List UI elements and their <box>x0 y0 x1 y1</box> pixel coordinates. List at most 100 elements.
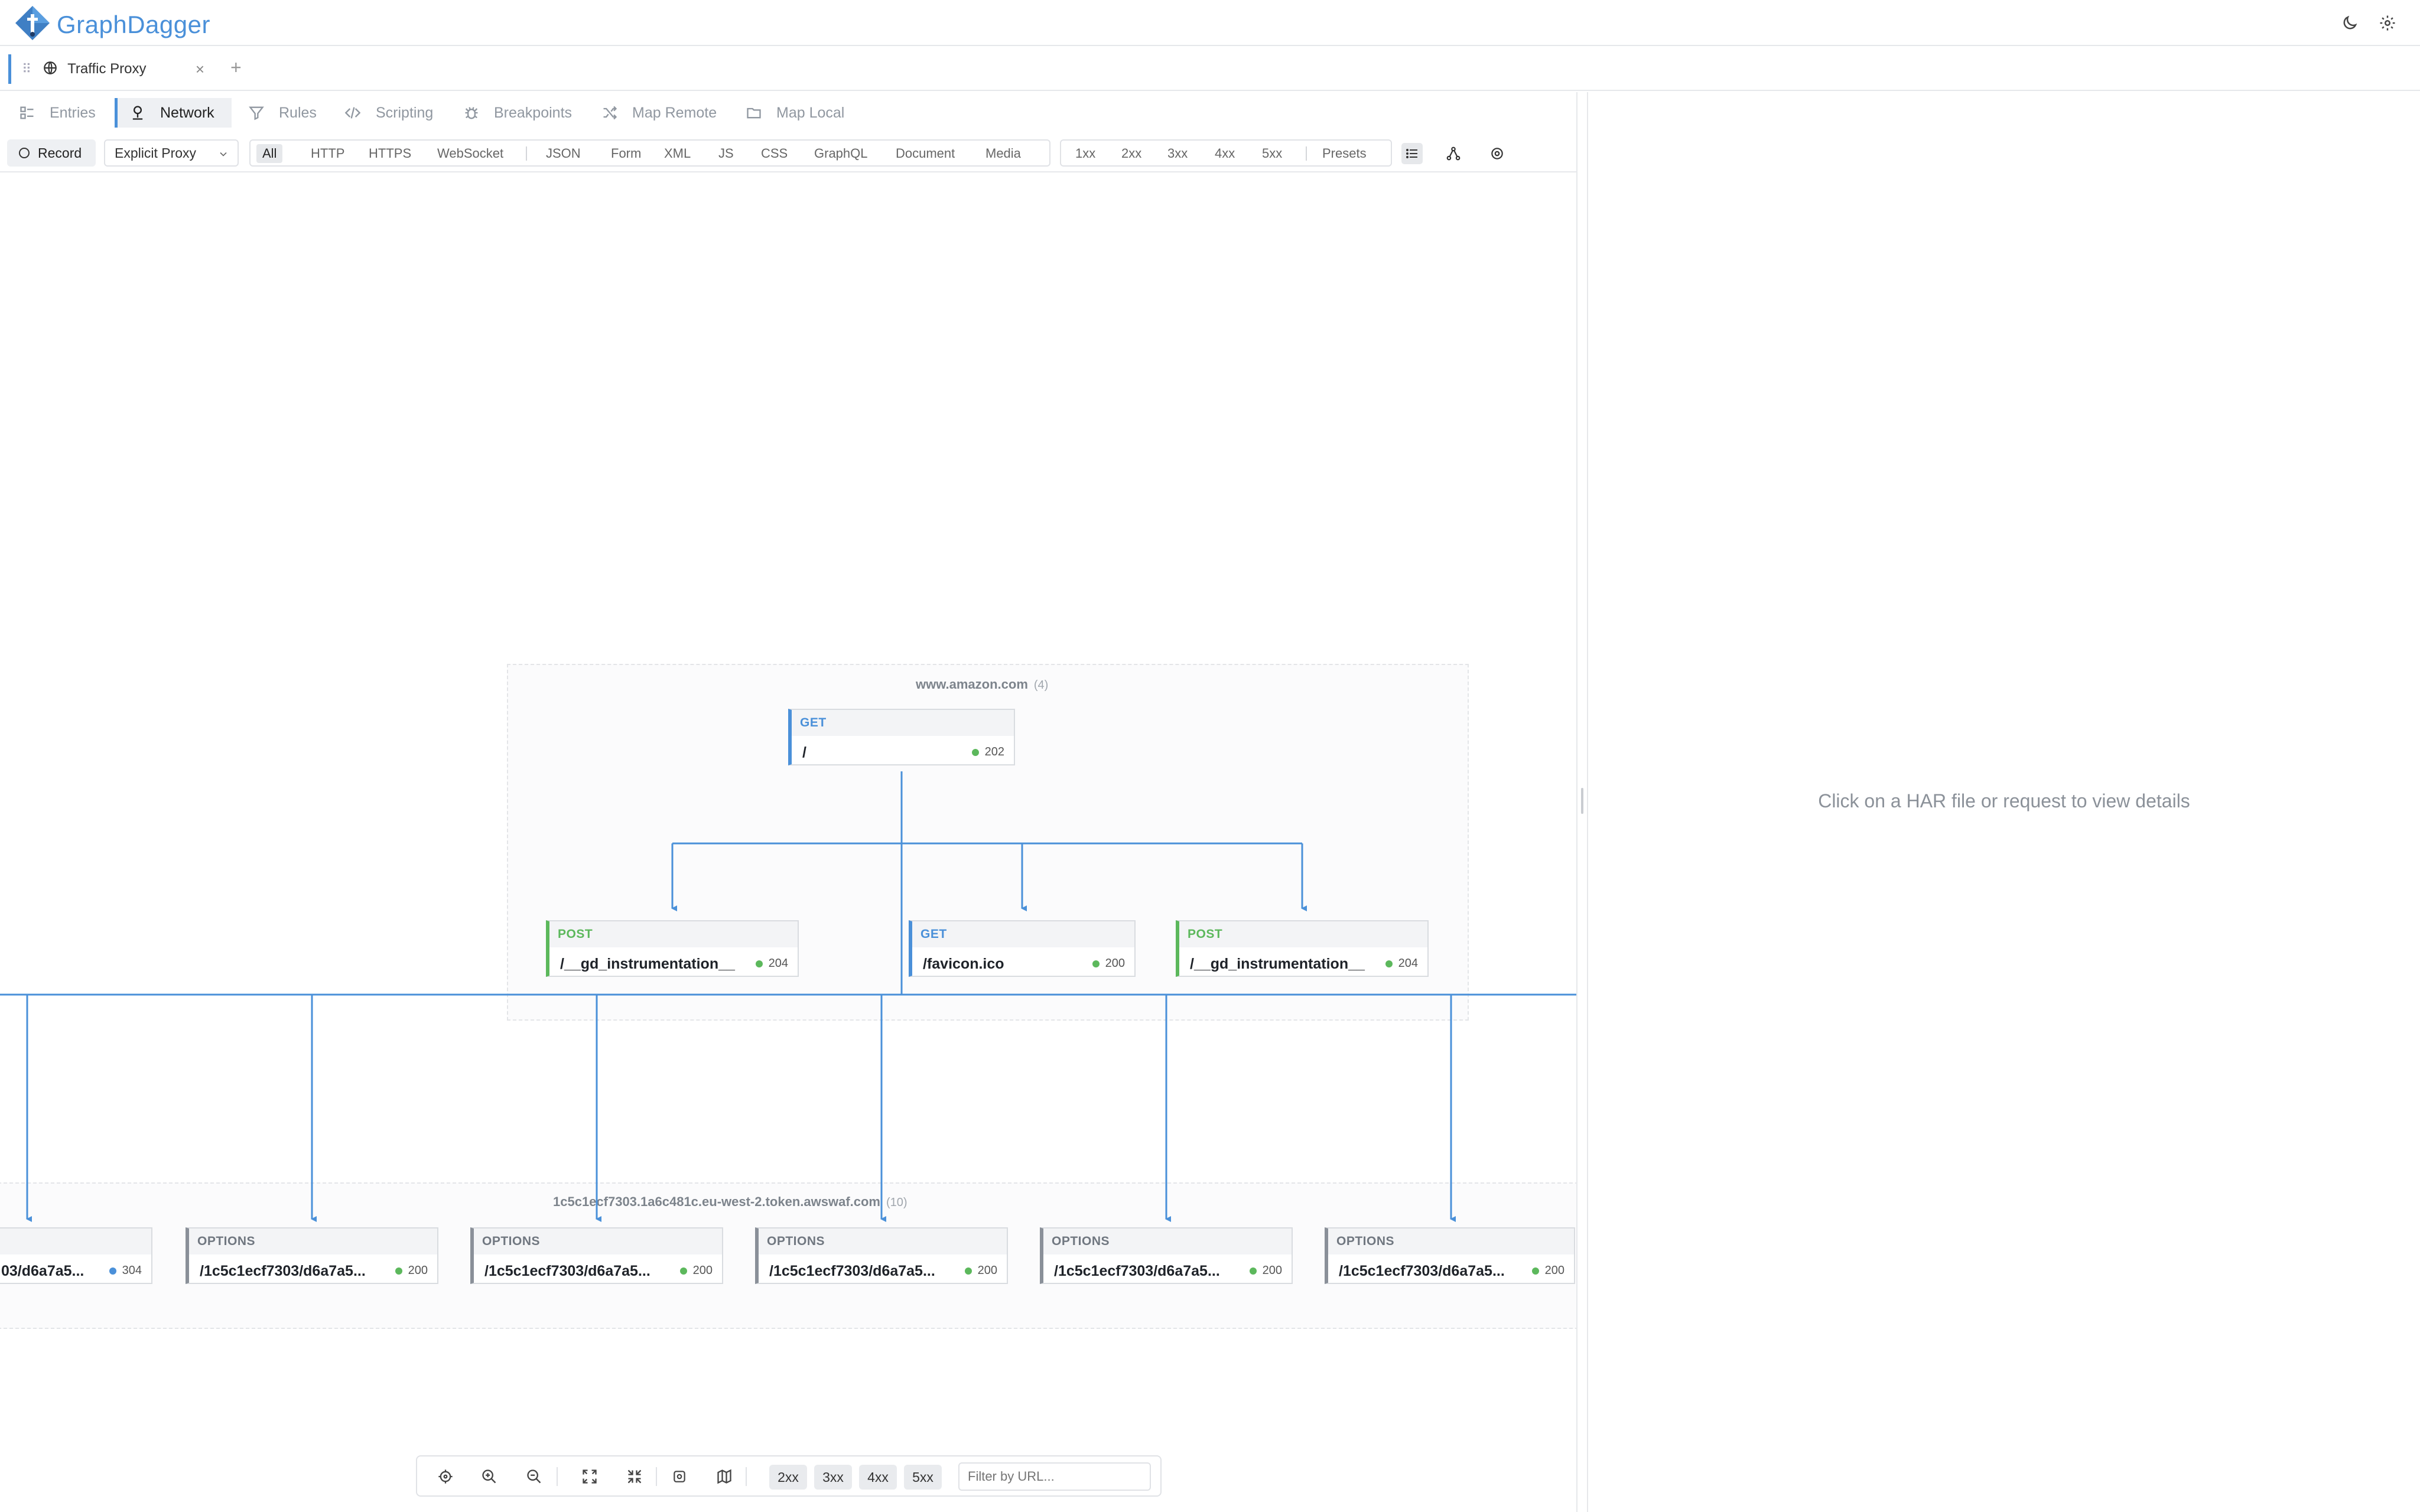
graph-view-icon[interactable] <box>1443 143 1464 164</box>
status-filter-4xx[interactable]: 4xx <box>1209 144 1241 163</box>
tab-entries[interactable]: Entries <box>19 98 96 128</box>
type-filter-websocket[interactable]: WebSocket <box>431 144 509 163</box>
status-dot <box>1092 960 1100 967</box>
request-node[interactable]: OPTIONS /1c5c1ecf7303/d6a7a5... 200 <box>1040 1227 1293 1284</box>
status-filter-3xx[interactable]: 3xx <box>1162 144 1193 163</box>
request-node[interactable]: OPTIONS /1c5c1ecf7303/d6a7a5... 200 <box>470 1227 723 1284</box>
tab-map-remote[interactable]: Map Remote <box>601 98 717 128</box>
type-filter-graphql[interactable]: GraphQL <box>808 144 874 163</box>
proxy-mode-select[interactable]: Explicit Proxy <box>104 139 239 167</box>
type-filter-http[interactable]: HTTP <box>305 144 350 163</box>
presets-button[interactable]: Presets <box>1316 144 1372 163</box>
status-chip-5xx[interactable]: 5xx <box>904 1465 942 1490</box>
status-filter-5xx[interactable]: 5xx <box>1256 144 1288 163</box>
status-badge: 200 <box>1531 1264 1564 1278</box>
divider <box>1306 146 1307 161</box>
tabs-bar: ⠿ Traffic Proxy × + <box>0 47 2420 91</box>
type-filter-css[interactable]: CSS <box>755 144 793 163</box>
moon-icon[interactable] <box>2340 13 2360 33</box>
type-filter-all[interactable]: All <box>256 144 283 163</box>
status-filter-2xx[interactable]: 2xx <box>1115 144 1147 163</box>
type-filter-https[interactable]: HTTPS <box>363 144 417 163</box>
status-dot <box>964 1267 972 1275</box>
type-filter-group: All HTTP HTTPS WebSocket JSON Form XML J… <box>249 139 1050 167</box>
tab-scripting[interactable]: Scripting <box>344 98 433 128</box>
record-label: Record <box>38 145 82 161</box>
type-filter-form[interactable]: Form <box>605 144 647 163</box>
status-chip-3xx[interactable]: 3xx <box>814 1465 852 1490</box>
globe-icon <box>43 60 58 79</box>
brand[interactable]: GraphDagger <box>14 5 210 44</box>
network-icon <box>129 105 146 121</box>
url-filter-input[interactable] <box>958 1462 1151 1491</box>
status-chip-2xx[interactable]: 2xx <box>769 1465 807 1490</box>
tab-label: Breakpoints <box>494 104 573 121</box>
drag-handle-icon[interactable]: ⠿ <box>22 61 31 77</box>
type-filter-json[interactable]: JSON <box>540 144 587 163</box>
method-label: GET <box>792 710 1014 736</box>
method-label: OPTIONS <box>759 1228 1007 1254</box>
expand-icon[interactable] <box>579 1466 600 1487</box>
status-code: 200 <box>692 1264 713 1277</box>
status-badge: 204 <box>1385 957 1418 970</box>
tab-map-local[interactable]: Map Local <box>746 98 844 128</box>
splitter-grip-icon[interactable] <box>1581 788 1583 814</box>
request-node[interactable]: OPTIONS /1c5c1ecf7303/d6a7a5... 200 <box>755 1227 1008 1284</box>
tab-network[interactable]: Network <box>115 98 232 128</box>
tab-breakpoints[interactable]: Breakpoints <box>463 98 572 128</box>
tab-label: Traffic Proxy <box>67 61 147 77</box>
proxy-mode-value: Explicit Proxy <box>115 145 197 161</box>
screenshot-icon[interactable] <box>669 1466 690 1487</box>
type-filter-media[interactable]: Media <box>980 144 1027 163</box>
chevron-down-icon <box>217 148 229 164</box>
status-code: 200 <box>1105 957 1125 970</box>
type-filter-xml[interactable]: XML <box>658 144 697 163</box>
pane-splitter[interactable] <box>1576 92 1588 1512</box>
graph-controls: 2xx 3xx 4xx 5xx <box>416 1455 1162 1497</box>
status-code: 304 <box>122 1264 142 1277</box>
method-label: OPTIONS <box>1043 1228 1292 1254</box>
divider <box>526 146 527 161</box>
list-view-icon[interactable] <box>1401 143 1423 164</box>
method-label: GET <box>912 921 1134 947</box>
request-node[interactable]: POST /__gd_instrumentation__ 204 <box>1176 920 1429 977</box>
status-code: 200 <box>408 1264 428 1277</box>
gear-icon[interactable] <box>2377 13 2398 33</box>
request-path: /1c5c1ecf7303/d6a7a5... <box>1054 1263 1220 1279</box>
zoom-in-icon[interactable] <box>479 1466 500 1487</box>
tab-traffic-proxy[interactable]: ⠿ Traffic Proxy × <box>8 54 214 84</box>
network-pane: Entries Network Rules Scripting Breakpoi… <box>0 92 1576 1512</box>
request-node[interactable]: GET /favicon.ico 200 <box>909 920 1136 977</box>
record-icon <box>19 148 30 158</box>
divider <box>557 1467 558 1486</box>
request-node[interactable]: 03/d6a7a5... 304 <box>0 1227 152 1284</box>
status-badge: 200 <box>679 1264 713 1278</box>
status-dot <box>971 748 979 756</box>
code-icon <box>344 105 362 121</box>
add-tab-button[interactable]: + <box>230 57 242 79</box>
status-chip-4xx[interactable]: 4xx <box>859 1465 897 1490</box>
settings-icon[interactable] <box>1487 143 1508 164</box>
shuffle-icon <box>601 105 618 121</box>
tab-label: Entries <box>50 104 96 121</box>
request-node[interactable]: OPTIONS /1c5c1ecf7303/d6a7a5... 200 <box>1325 1227 1575 1284</box>
graph-edges <box>0 771 1576 1222</box>
graph-canvas[interactable]: www.amazon.com (4) 1c5c1ecf7303.1a6c481c.… <box>0 174 1576 1512</box>
list-icon <box>19 105 35 121</box>
request-node[interactable]: GET / 202 <box>788 709 1015 765</box>
status-badge: 200 <box>1092 957 1125 970</box>
zoom-out-icon[interactable] <box>523 1466 545 1487</box>
map-icon[interactable] <box>714 1466 735 1487</box>
tab-rules[interactable]: Rules <box>248 98 317 128</box>
type-filter-js[interactable]: JS <box>713 144 740 163</box>
status-filter-1xx[interactable]: 1xx <box>1069 144 1101 163</box>
close-icon[interactable]: × <box>196 60 204 79</box>
request-node[interactable]: POST /__gd_instrumentation__ 204 <box>546 920 799 977</box>
collapse-icon[interactable] <box>624 1466 645 1487</box>
section-nav: Entries Network Rules Scripting Breakpoi… <box>0 92 1576 133</box>
request-node[interactable]: OPTIONS /1c5c1ecf7303/d6a7a5... 200 <box>186 1227 438 1284</box>
type-filter-document[interactable]: Document <box>890 144 961 163</box>
record-button[interactable]: Record <box>7 139 96 167</box>
locate-icon[interactable] <box>435 1466 456 1487</box>
status-badge: 200 <box>964 1264 997 1278</box>
